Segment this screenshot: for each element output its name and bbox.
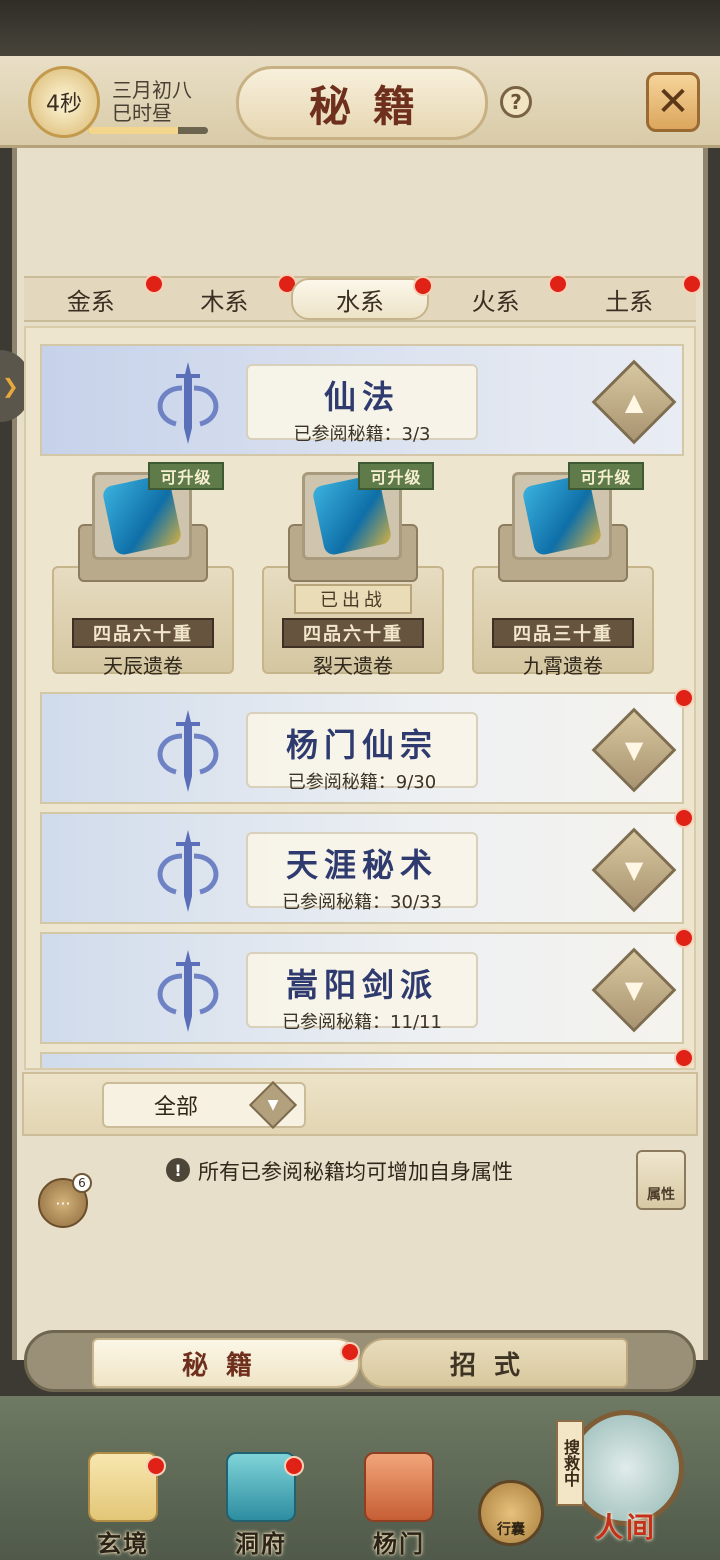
nav-label: 玄境 bbox=[97, 1529, 149, 1558]
top-strip bbox=[0, 0, 720, 60]
tab-label: 木系 bbox=[200, 287, 249, 316]
notification-dot bbox=[674, 1048, 694, 1068]
notification-dot bbox=[674, 808, 694, 828]
book-card[interactable]: 可升级 四品六十重 天辰遗卷 bbox=[50, 458, 236, 678]
grade-label: 四品六十重 bbox=[72, 618, 214, 648]
bag-button[interactable]: 行囊 bbox=[478, 1480, 544, 1546]
category-plaque: 天涯秘术 已参阅秘籍：30/33 bbox=[246, 832, 478, 913]
category-name: 仙法 bbox=[323, 378, 400, 416]
sword-emblem-icon bbox=[157, 710, 219, 792]
category-progress: 已参阅秘籍：11/11 bbox=[282, 1012, 442, 1033]
time-text: 巳时昼 bbox=[112, 101, 172, 125]
book-name: 天辰遗卷 bbox=[103, 654, 183, 678]
tab-metal[interactable]: 金系 bbox=[24, 274, 164, 320]
expand-button[interactable]: ▼ bbox=[591, 947, 677, 1033]
sword-emblem-icon bbox=[157, 830, 219, 912]
category-card[interactable]: 仙法 已参阅秘籍：3/3 ▲ bbox=[40, 344, 684, 456]
chevron-up-icon: ▲ bbox=[624, 388, 644, 416]
category-plaque: 仙法 已参阅秘籍：3/3 bbox=[246, 364, 478, 445]
rescue-status-tag: 搜救中 bbox=[556, 1420, 584, 1506]
nav-item-dongfu[interactable]: 洞府 bbox=[206, 1452, 316, 1559]
upgrade-badge: 可升级 bbox=[148, 462, 224, 490]
tab-label: 火系 bbox=[471, 287, 520, 316]
chat-count-badge: 6 bbox=[72, 1173, 92, 1193]
tab-label: 金系 bbox=[66, 287, 115, 316]
category-name: 嵩阳剑派 bbox=[285, 966, 438, 1004]
tab-water[interactable]: 水系 bbox=[291, 276, 433, 320]
help-button[interactable]: ? bbox=[500, 86, 532, 118]
deployed-badge: 已出战 bbox=[294, 584, 412, 614]
category-progress: 已参阅秘籍：30/33 bbox=[282, 892, 442, 913]
category-plaque: 嵩阳剑派 已参阅秘籍：11/11 bbox=[246, 952, 478, 1033]
info-icon: ! bbox=[166, 1158, 190, 1182]
notification-dot bbox=[681, 274, 702, 294]
page-title-plaque: 秘籍 bbox=[236, 66, 488, 140]
notification-dot bbox=[340, 1342, 360, 1362]
book-name: 裂天遗卷 bbox=[313, 654, 393, 678]
banner-icon bbox=[364, 1452, 434, 1522]
category-card[interactable]: 嵩阳剑派 已参阅秘籍：11/11 ▼ bbox=[40, 928, 694, 1044]
notification-dot bbox=[674, 928, 694, 948]
category-name: 杨门仙宗 bbox=[285, 726, 438, 764]
expand-button[interactable]: ▼ bbox=[591, 827, 677, 913]
element-tabs: 金系 木系 水系 火系 土系 bbox=[24, 274, 702, 322]
notification-dot bbox=[284, 1456, 304, 1476]
category-card[interactable]: 天涯秘术 已参阅秘籍：30/33 ▼ bbox=[40, 808, 694, 924]
book-card[interactable]: 可升级 四品三十重 九霄遗卷 bbox=[470, 458, 656, 678]
nav-label-world[interactable]: 人间 bbox=[574, 1506, 678, 1546]
info-text: 所有已参阅秘籍均可增加自身属性 bbox=[198, 1160, 513, 1184]
attributes-button[interactable]: 属性 bbox=[636, 1150, 686, 1210]
nav-label: 杨门 bbox=[373, 1529, 425, 1558]
category-card[interactable]: 杨门仙宗 已参阅秘籍：9/30 ▼ bbox=[40, 688, 694, 804]
chevron-down-icon: ▼ bbox=[624, 856, 644, 884]
book-name: 九霄遗卷 bbox=[523, 654, 603, 678]
tab-fire[interactable]: 火系 bbox=[429, 274, 569, 320]
nav-item-xuanjing[interactable]: 玄境 bbox=[68, 1452, 178, 1559]
time-progress-bar bbox=[88, 127, 208, 134]
chevron-down-icon: ▼ bbox=[624, 736, 644, 764]
sword-emblem-icon bbox=[157, 950, 219, 1032]
grade-label: 四品六十重 bbox=[282, 618, 424, 648]
category-name: 天涯秘术 bbox=[285, 846, 438, 884]
nav-item-yangmen[interactable]: 杨门 bbox=[344, 1452, 454, 1559]
category-progress: 已参阅秘籍：3/3 bbox=[293, 424, 431, 445]
upgrade-badge: 可升级 bbox=[358, 462, 434, 490]
collapse-button[interactable]: ▲ bbox=[591, 359, 677, 445]
nav-label: 洞府 bbox=[235, 1529, 287, 1558]
category-card[interactable] bbox=[40, 1048, 694, 1068]
expand-button[interactable]: ▼ bbox=[591, 707, 677, 793]
notification-dot bbox=[674, 688, 694, 708]
grade-label: 四品三十重 bbox=[492, 618, 634, 648]
tab-label: 水系 bbox=[335, 287, 384, 316]
page-title: 秘籍 bbox=[308, 81, 437, 131]
sword-emblem-icon bbox=[157, 362, 219, 444]
book-grid: 可升级 四品六十重 天辰遗卷 可升级 已出战 四品六十重 裂天遗卷 可升级 四品… bbox=[40, 458, 684, 682]
upgrade-badge: 可升级 bbox=[568, 462, 644, 490]
notification-dot bbox=[146, 1456, 166, 1476]
close-icon[interactable]: ✕ bbox=[646, 72, 700, 132]
tab-wood[interactable]: 木系 bbox=[158, 274, 298, 320]
category-progress: 已参阅秘籍：9/30 bbox=[287, 772, 437, 793]
chevron-down-icon: ▼ bbox=[624, 976, 644, 1004]
category-plaque: 杨门仙宗 已参阅秘籍：9/30 bbox=[246, 712, 478, 793]
time-progress-fill bbox=[88, 127, 178, 134]
tab-label: 土系 bbox=[605, 287, 654, 316]
category-list[interactable]: 仙法 已参阅秘籍：3/3 ▲ 可升级 四品六十重 天辰遗卷 可升级 已出战 四品… bbox=[24, 326, 696, 1070]
book-card[interactable]: 可升级 已出战 四品六十重 裂天遗卷 bbox=[260, 458, 446, 678]
tab-secret-books[interactable]: 秘籍 bbox=[92, 1338, 360, 1388]
tab-moves[interactable]: 招式 bbox=[360, 1338, 628, 1388]
tab-earth[interactable]: 土系 bbox=[562, 274, 702, 320]
